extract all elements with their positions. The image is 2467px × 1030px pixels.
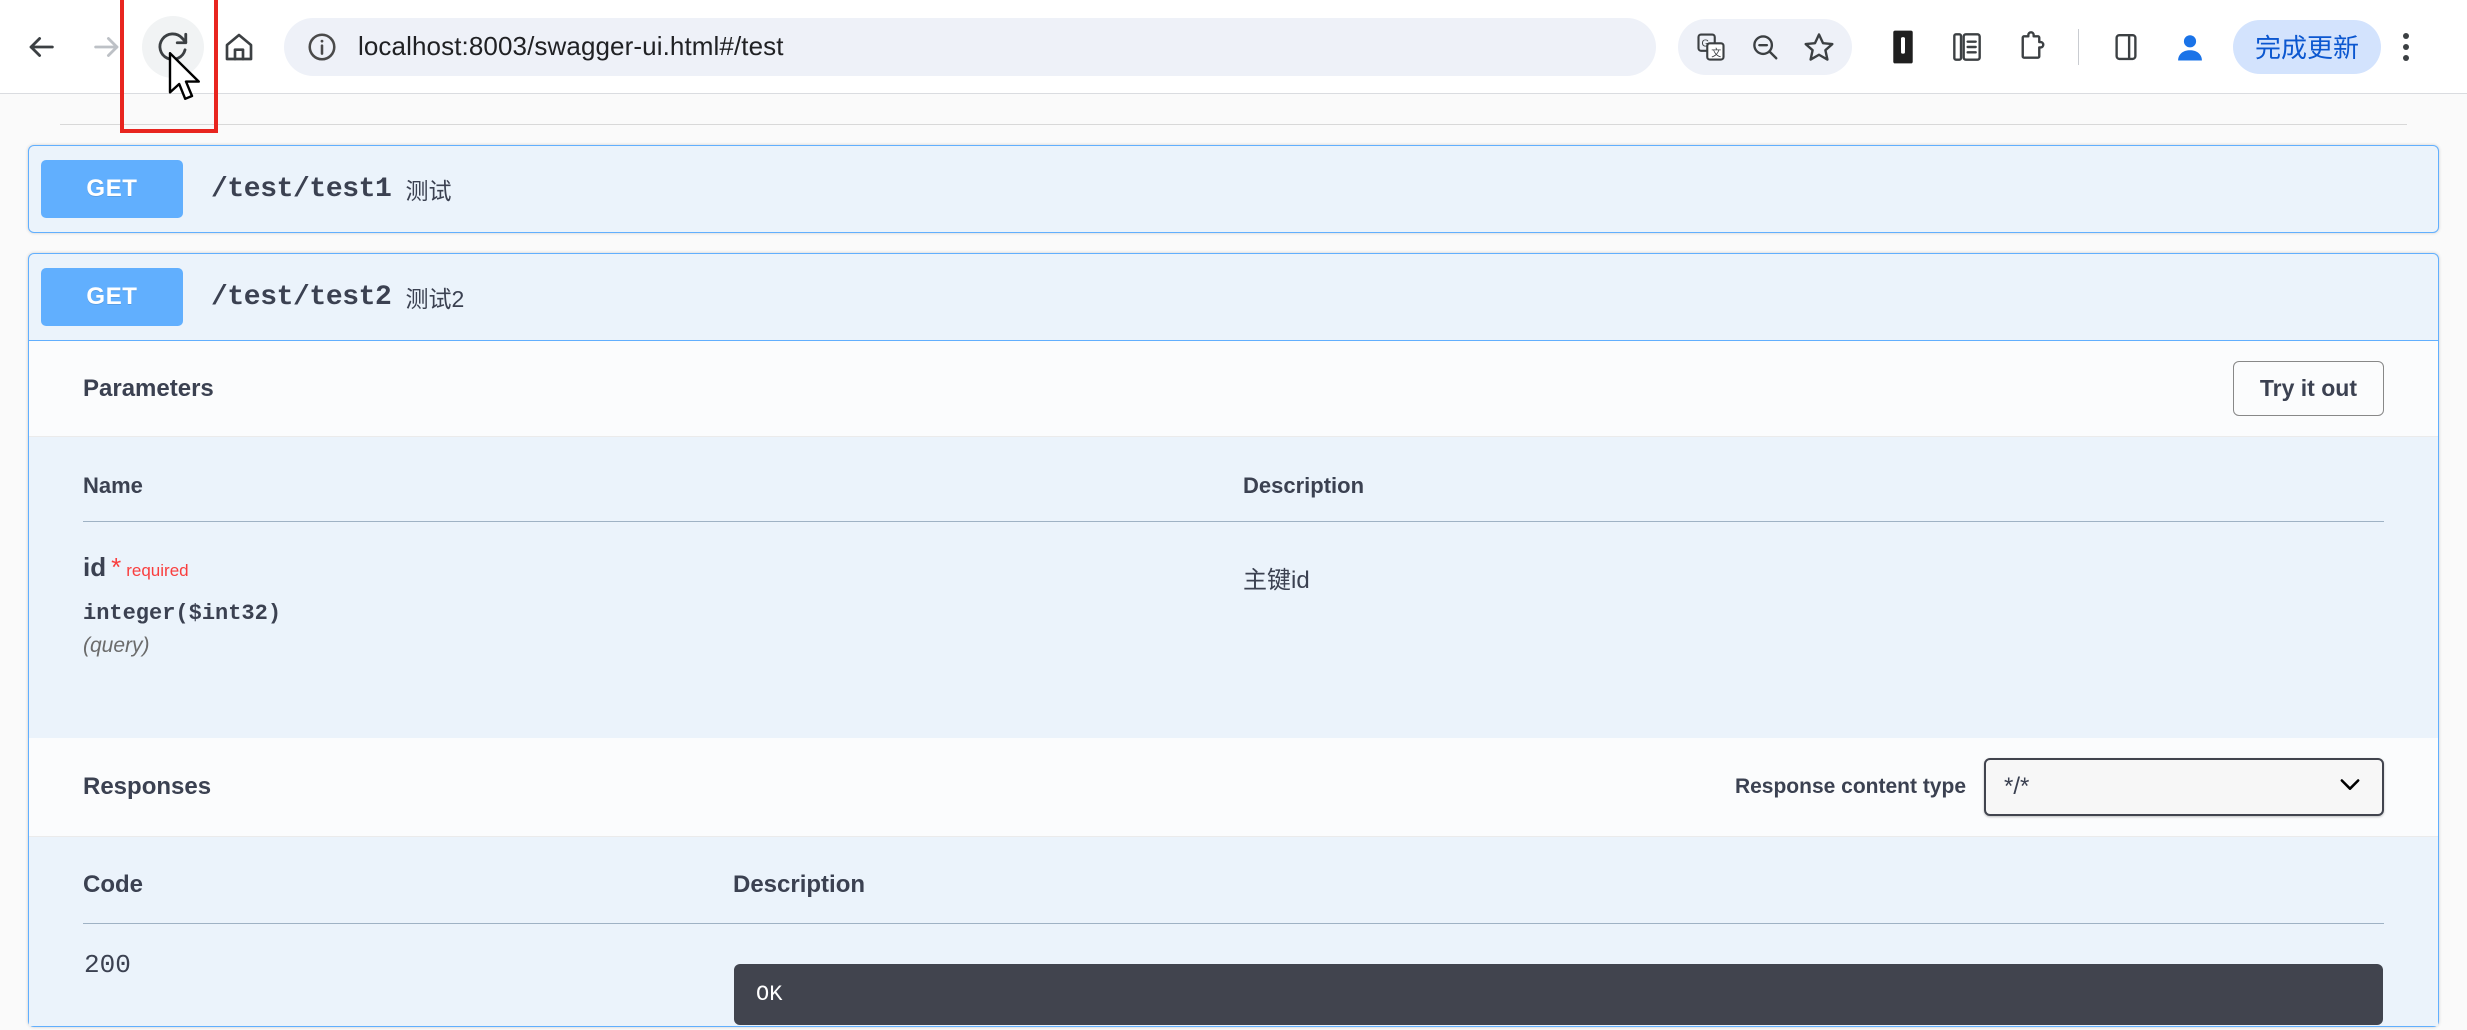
zoom-out-button[interactable] <box>1738 20 1792 74</box>
table-row: id * required integer($int32) (query) 主键id <box>83 522 2384 659</box>
reload-icon <box>156 30 190 64</box>
response-description-cell: OK <box>733 924 2384 1027</box>
arrow-left-icon <box>24 30 58 64</box>
extensions-button[interactable] <box>2000 16 2062 78</box>
parameters-table-header-row: Name Description <box>83 437 2384 522</box>
responses-col-code: Code <box>83 837 733 924</box>
copy-pages-icon <box>1951 31 1983 63</box>
back-button[interactable] <box>10 16 72 78</box>
parameters-bottom-spacer <box>83 658 2384 738</box>
svg-text:文: 文 <box>1711 46 1721 59</box>
responses-table-area: Code Description 200 OK <box>29 837 2438 1026</box>
operation-summary: 测试 <box>405 178 452 204</box>
arrow-right-icon <box>90 30 124 64</box>
responses-table: Code Description 200 OK <box>83 837 2384 1026</box>
parameter-required-label: required <box>126 561 189 580</box>
navigation-buttons <box>0 15 270 78</box>
url-text[interactable]: localhost:8003/swagger-ui.html#/test <box>358 31 784 62</box>
operations-list: GET /test/test1 测试 GET /test/test2 测试2 P… <box>0 145 2467 1027</box>
http-method-badge: GET <box>41 268 183 326</box>
chevron-down-icon <box>2336 770 2364 805</box>
side-panel-button[interactable] <box>2095 16 2157 78</box>
home-button[interactable] <box>208 16 270 78</box>
http-method-badge: GET <box>41 160 183 218</box>
parameter-description-cell: 主键id <box>1243 522 2384 659</box>
puzzle-extensions-icon <box>2015 30 2047 63</box>
parameter-type: integer($int32) <box>83 601 282 626</box>
response-code-cell: 200 <box>83 924 733 1027</box>
opblock-get-test1[interactable]: GET /test/test1 测试 <box>28 145 2439 233</box>
parameters-title: Parameters <box>83 374 214 402</box>
zoom-out-icon <box>1750 32 1780 62</box>
bookmark-button[interactable] <box>1792 20 1846 74</box>
address-bar[interactable]: localhost:8003/swagger-ui.html#/test <box>284 17 1656 76</box>
omnibox-action-pill: G 文 <box>1678 18 1852 75</box>
parameters-col-name: Name <box>83 437 1243 522</box>
parameter-name: id <box>83 552 107 582</box>
response-description-codeblock: OK <box>734 964 2383 1025</box>
parameters-table: Name Description id * required integer($… <box>83 437 2384 658</box>
parameter-name-line: id * required <box>83 552 1243 583</box>
response-code: 200 <box>84 950 131 980</box>
parameters-col-description: Description <box>1243 437 2384 522</box>
profile-button[interactable] <box>2159 16 2221 78</box>
side-panel-icon <box>2111 32 2141 62</box>
responses-table-header-row: Code Description <box>83 837 2384 924</box>
forward-button[interactable] <box>76 16 138 78</box>
response-content-type-value: */* <box>2004 773 2030 800</box>
parameter-required-star: * <box>111 552 122 582</box>
response-content-type-wrap: Response content type */* <box>1735 758 2384 816</box>
home-icon <box>223 31 255 63</box>
table-row: 200 OK <box>83 924 2384 1027</box>
three-dot-menu-icon[interactable] <box>2383 16 2429 78</box>
swagger-ui-page: GET /test/test1 测试 GET /test/test2 测试2 P… <box>0 94 2467 1030</box>
response-content-type-select[interactable]: */* <box>1984 758 2384 816</box>
operation-summary: 测试2 <box>405 286 465 312</box>
opblock-body: Parameters Try it out Name Description i… <box>29 340 2438 1026</box>
tag-separator <box>60 124 2407 125</box>
translate-icon: G 文 <box>1696 32 1726 62</box>
svg-text:G: G <box>1702 38 1710 49</box>
parameter-location: (query) <box>83 634 150 657</box>
bookmark-star-icon <box>1803 31 1835 63</box>
response-content-type-label: Response content type <box>1734 775 1966 798</box>
toolbar-actions: G 文 完成更新 <box>1678 16 2435 78</box>
try-it-out-button[interactable]: Try it out <box>2232 361 2384 416</box>
copy-pages-button[interactable] <box>1936 16 1998 78</box>
extension-black-button[interactable] <box>1872 16 1934 78</box>
responses-header: Responses Response content type */* <box>29 738 2438 837</box>
profile-avatar-icon <box>2173 30 2207 64</box>
responses-col-description: Description <box>733 837 2384 924</box>
parameter-name-cell: id * required integer($int32) (query) <box>83 522 1243 659</box>
toolbar-divider <box>2078 28 2079 65</box>
site-info-icon[interactable] <box>302 27 342 67</box>
responses-title: Responses <box>83 773 212 800</box>
browser-toolbar: localhost:8003/swagger-ui.html#/test G 文 <box>0 0 2467 94</box>
finish-update-button[interactable]: 完成更新 <box>2233 19 2382 74</box>
reload-button[interactable] <box>142 15 204 78</box>
parameter-description: 主键id <box>1243 567 1310 594</box>
parameters-header: Parameters Try it out <box>29 341 2438 437</box>
parameters-table-area: Name Description id * required integer($… <box>29 437 2438 738</box>
translate-button[interactable]: G 文 <box>1684 20 1738 74</box>
opblock-summary-test1[interactable]: GET /test/test1 测试 <box>29 146 2438 232</box>
operation-path: /test/test2 <box>211 281 392 313</box>
operation-path: /test/test1 <box>211 173 392 205</box>
opblock-summary-test2[interactable]: GET /test/test2 测试2 <box>29 254 2438 340</box>
opblock-get-test2[interactable]: GET /test/test2 测试2 Parameters Try it ou… <box>28 253 2439 1027</box>
extension-black-icon <box>1888 30 1918 64</box>
